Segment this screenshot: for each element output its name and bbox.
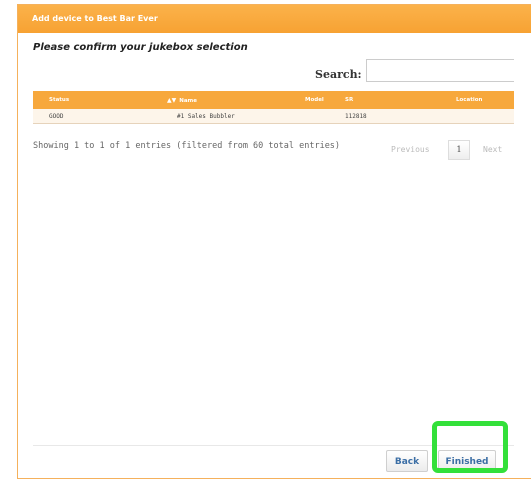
finished-button[interactable]: Finished bbox=[438, 450, 496, 472]
table-row[interactable]: GOOD #1 Sales Bubbler 112818 bbox=[33, 109, 514, 124]
column-header-sr[interactable]: SR bbox=[339, 91, 434, 109]
column-header-location[interactable]: Location bbox=[434, 91, 514, 109]
search-label: Search: bbox=[315, 68, 362, 81]
confirm-heading: Please confirm your jukebox selection bbox=[33, 42, 248, 53]
dialog-title: Add device to Best Bar Ever bbox=[32, 14, 158, 23]
pagination-previous[interactable]: Previous bbox=[391, 145, 430, 165]
footer-divider bbox=[33, 445, 514, 446]
table-header-row: Status ▲▼ Name Model SR Location bbox=[33, 91, 514, 109]
table-info: Showing 1 to 1 of 1 entries (filtered fr… bbox=[33, 141, 341, 151]
cell-sr: 112818 bbox=[345, 112, 367, 120]
column-header-status[interactable]: Status bbox=[33, 91, 121, 109]
dialog-titlebar[interactable]: Add device to Best Bar Ever bbox=[18, 5, 531, 33]
back-button[interactable]: Back bbox=[386, 450, 428, 472]
pagination-page-1[interactable]: 1 bbox=[448, 140, 470, 160]
search-input[interactable] bbox=[366, 59, 514, 82]
pagination-next[interactable]: Next bbox=[483, 145, 502, 165]
column-header-name-label: Name bbox=[179, 97, 198, 104]
column-header-name[interactable]: ▲▼ Name bbox=[121, 91, 299, 109]
sort-icon: ▲▼ bbox=[167, 96, 177, 104]
cell-name: #1 Sales Bubbler bbox=[177, 112, 235, 120]
column-header-model[interactable]: Model bbox=[299, 91, 339, 109]
cell-status: GOOD bbox=[49, 112, 64, 120]
cell-location bbox=[434, 109, 514, 124]
cell-model bbox=[299, 109, 339, 124]
jukebox-table: Status ▲▼ Name Model SR Location GOOD #1 … bbox=[33, 91, 514, 124]
